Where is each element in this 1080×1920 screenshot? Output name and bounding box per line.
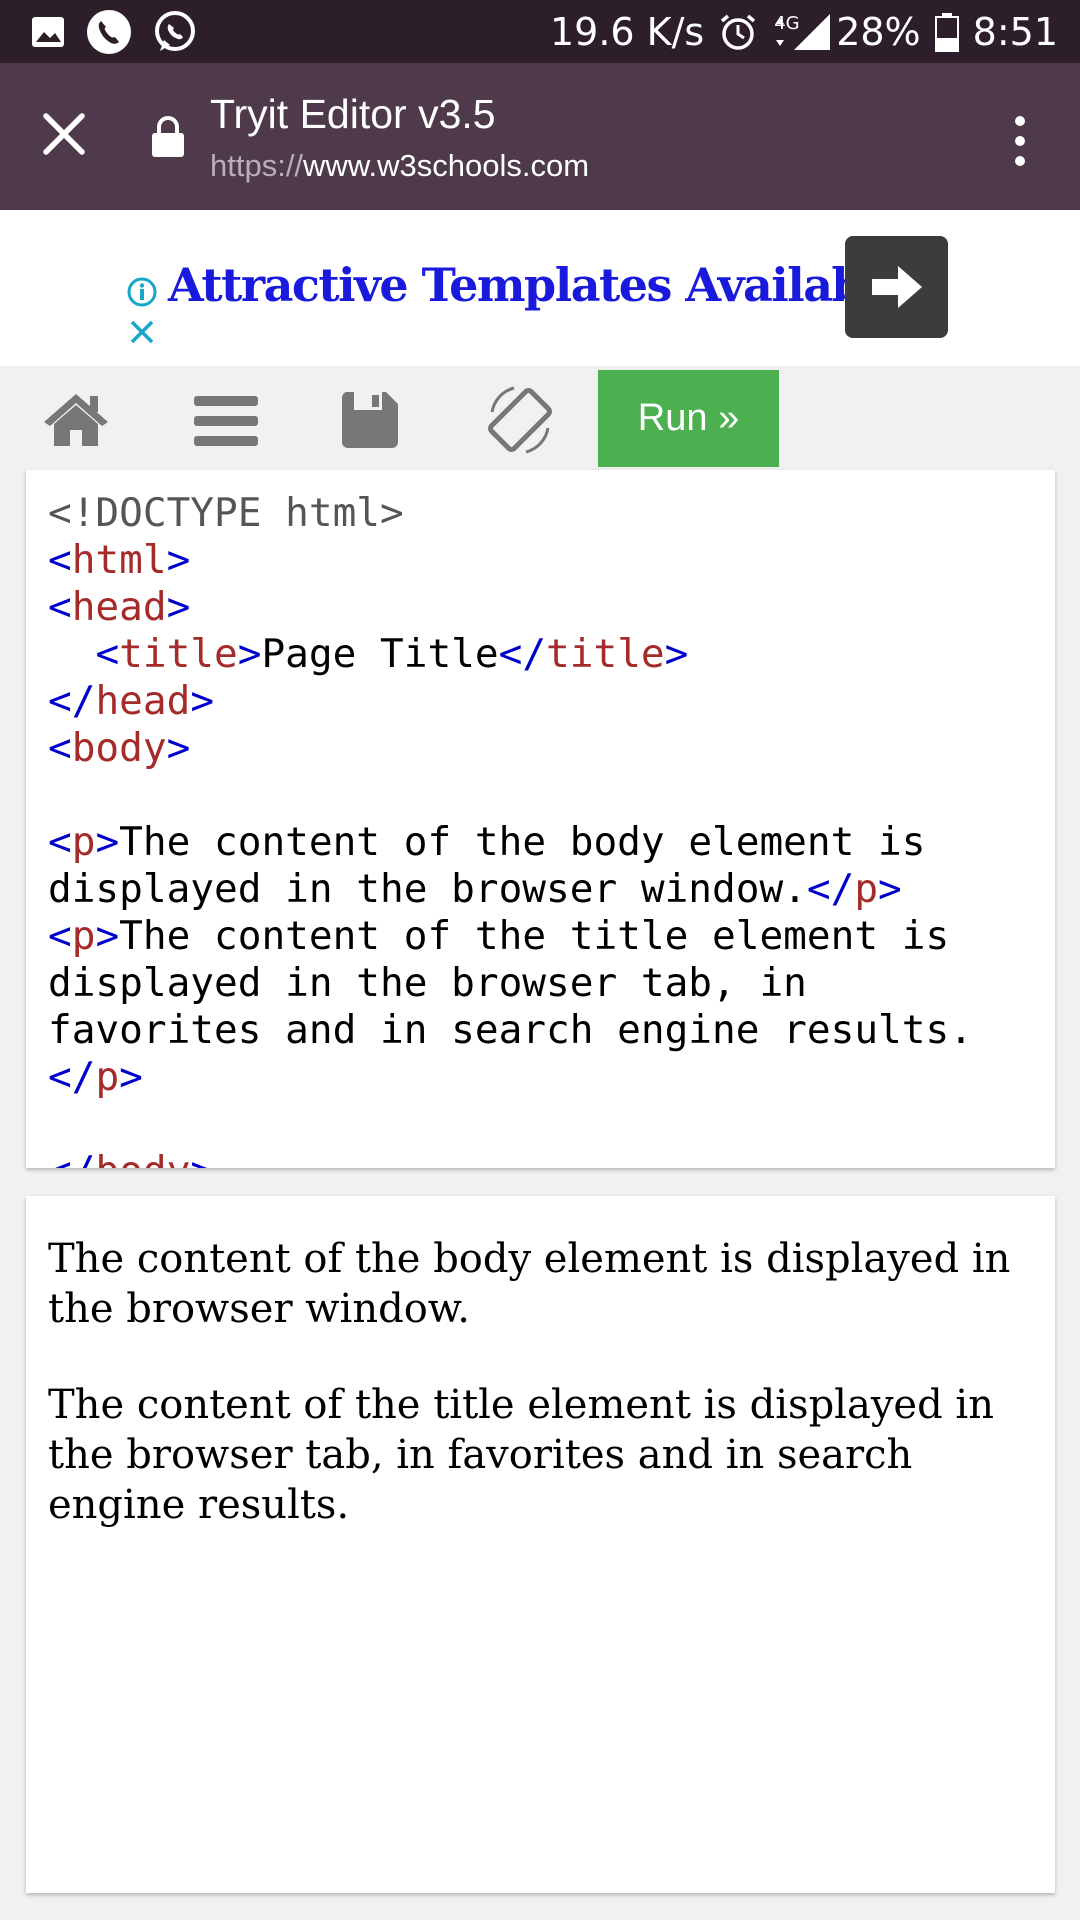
network-type: 4G bbox=[774, 13, 800, 34]
code-token: < bbox=[95, 631, 120, 677]
code-text: displayed in the browser window. bbox=[48, 866, 807, 912]
menu-icon[interactable] bbox=[194, 394, 258, 448]
ad-open-button[interactable] bbox=[845, 236, 948, 338]
code-token: < bbox=[48, 584, 72, 630]
result-frame: The content of the body element is displ… bbox=[26, 1196, 1055, 1893]
code-token: title bbox=[546, 631, 665, 677]
result-paragraph-2: The content of the title element is disp… bbox=[48, 1382, 994, 1528]
code-token: </ bbox=[806, 866, 855, 912]
editor-toolbar: Run » bbox=[0, 366, 1080, 467]
code-token: </ bbox=[48, 1054, 96, 1100]
code-token: > bbox=[166, 537, 191, 583]
url-scheme: https:// bbox=[210, 148, 304, 183]
code-token: < bbox=[48, 913, 72, 959]
code-text: The content of the title element is bbox=[119, 913, 950, 959]
notification-icons bbox=[30, 9, 198, 55]
code-token: </ bbox=[498, 631, 547, 677]
code-content[interactable]: <!DOCTYPE html> <html> <head> <title>Pag… bbox=[48, 490, 1055, 1168]
ad-banner: Attractive Templates Available bbox=[0, 210, 1080, 366]
status-bar: 19.6 K/s 4G 28% 8:51 bbox=[0, 0, 1080, 63]
url-host: www.w3schools.com bbox=[303, 148, 590, 183]
code-token: > bbox=[95, 819, 120, 865]
code-token: < bbox=[48, 725, 72, 771]
code-token: p bbox=[854, 866, 879, 912]
ad-info-icon[interactable] bbox=[126, 276, 158, 308]
code-token: </ bbox=[48, 1148, 95, 1168]
code-token: > bbox=[166, 725, 191, 771]
code-token: title bbox=[119, 631, 238, 677]
lock-icon bbox=[152, 116, 184, 157]
clock: 8:51 bbox=[972, 9, 1058, 54]
close-tab-button[interactable] bbox=[36, 106, 92, 162]
code-token: > bbox=[190, 678, 215, 724]
code-token: > bbox=[237, 631, 262, 677]
home-icon[interactable] bbox=[42, 390, 110, 448]
custom-tab-bar: Tryit Editor v3.5 https://www.w3schools.… bbox=[0, 63, 1080, 210]
whatsapp-icon bbox=[155, 10, 195, 51]
system-status: 19.6 K/s 4G 28% 8:51 bbox=[550, 10, 1058, 54]
battery-icon bbox=[934, 12, 959, 52]
code-token: p bbox=[71, 913, 96, 959]
code-text: displayed in the browser tab, in bbox=[48, 960, 807, 1006]
code-token: head bbox=[71, 584, 167, 630]
image-icon bbox=[32, 16, 64, 47]
code-token: p bbox=[71, 819, 96, 865]
alarm-icon bbox=[721, 14, 756, 50]
phone-icon bbox=[87, 9, 131, 54]
more-options-button[interactable] bbox=[1000, 113, 1040, 169]
code-token: < bbox=[48, 819, 72, 865]
code-text: The content of the body element is bbox=[119, 819, 926, 865]
code-token: </ bbox=[48, 678, 96, 724]
page-url: https://www.w3schools.com bbox=[210, 148, 589, 184]
battery-level: 28% bbox=[836, 9, 921, 54]
code-editor[interactable]: <!DOCTYPE html> <html> <head> <title>Pag… bbox=[26, 470, 1055, 1168]
page-title: Tryit Editor v3.5 bbox=[210, 91, 496, 137]
ad-headline[interactable]: Attractive Templates Available bbox=[168, 258, 907, 312]
ad-close-icon[interactable] bbox=[128, 318, 156, 346]
code-token: > bbox=[878, 866, 902, 912]
code-token: < bbox=[48, 537, 72, 583]
rotate-icon[interactable] bbox=[482, 382, 558, 458]
code-token: > bbox=[664, 631, 689, 677]
code-text: Page Title bbox=[261, 631, 499, 677]
network-speed: 19.6 K/s bbox=[549, 9, 705, 54]
code-text: favorites and in search engine results. bbox=[48, 1007, 973, 1053]
code-doctype: <!DOCTYPE html> bbox=[48, 490, 404, 536]
run-button[interactable]: Run » bbox=[598, 370, 779, 467]
code-token: > bbox=[119, 1054, 143, 1100]
result-paragraph-1: The content of the body element is displ… bbox=[48, 1236, 1011, 1332]
code-token: head bbox=[95, 678, 191, 724]
code-token: > bbox=[166, 584, 191, 630]
arrow-right-icon bbox=[871, 266, 922, 308]
code-token: p bbox=[95, 1054, 120, 1100]
code-token: > bbox=[95, 913, 120, 959]
code-token: > bbox=[190, 1148, 214, 1168]
code-token: body bbox=[71, 725, 167, 771]
save-icon[interactable] bbox=[340, 390, 400, 450]
code-token: html bbox=[71, 537, 167, 583]
code-token: body bbox=[95, 1148, 190, 1168]
